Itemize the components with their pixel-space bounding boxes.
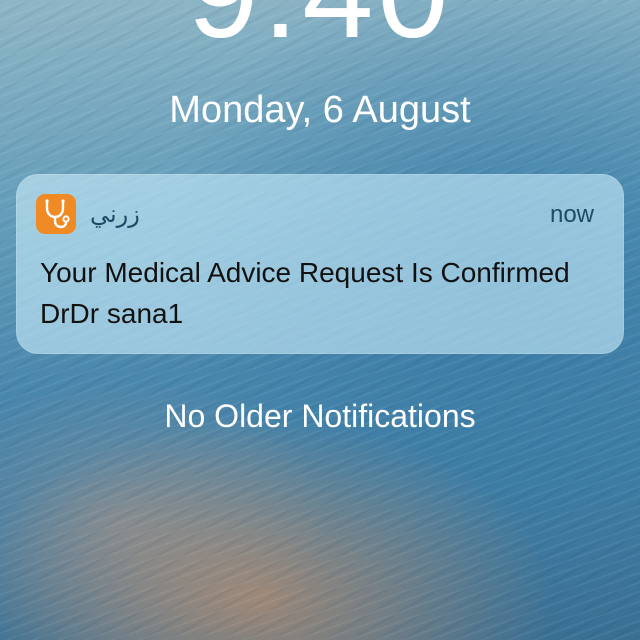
clock-time: 9:40 (0, 0, 640, 58)
stethoscope-icon-glyph (45, 199, 70, 229)
notification-time: now (549, 201, 594, 228)
notification-card[interactable]: زرني now Your Medical Advice Request Is … (16, 174, 624, 354)
stethoscope-icon (36, 194, 76, 234)
no-older-notifications-label: No Older Notifications (164, 398, 476, 434)
notification-message: Your Medical Advice Request Is Confirmed… (40, 257, 570, 329)
clock-date: Monday, 6 August (169, 89, 471, 131)
app-name: زرني (90, 201, 140, 228)
